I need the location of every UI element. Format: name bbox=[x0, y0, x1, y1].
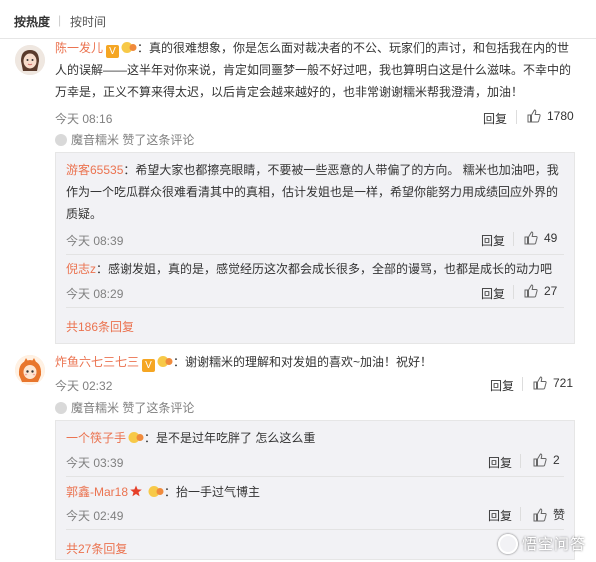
more-replies-link[interactable]: 共27条回复 bbox=[66, 540, 127, 557]
fan-badge-icon bbox=[121, 42, 137, 53]
more-replies-link[interactable]: 共186条回复 bbox=[66, 318, 134, 335]
reply-text-line: 质疑。 bbox=[66, 207, 103, 221]
reply-text-line: 作为一个吃瓜群众很难看清其中的真相，估计发姐也是一样，希望你能努力用成绩回应外界… bbox=[66, 185, 559, 199]
like-button[interactable]: 27 bbox=[524, 284, 557, 298]
comment-text: 陈一发儿 V ：真的很难想象，你是怎么面对裁决者的不公、玩家们的声讨，和包括我在内的… bbox=[55, 37, 585, 103]
reply-separator bbox=[66, 254, 564, 255]
reply-time: 今天 02:49 bbox=[66, 509, 124, 523]
reply-author[interactable]: 郭鑫-Mar18 bbox=[66, 485, 128, 499]
comment-time: 今天 02:32 bbox=[55, 379, 113, 393]
sort-bar: 按热度 | 按时间 bbox=[0, 0, 596, 39]
reply-time: 今天 08:39 bbox=[66, 234, 124, 248]
comment-text-line: 万幸是，正义不算来得太迟，以后肯定会越来越好的，也非常谢谢糯米帮我澄清，加油！ bbox=[55, 85, 524, 99]
small-avatar-icon bbox=[55, 402, 67, 414]
like-button[interactable]: 721 bbox=[533, 376, 573, 390]
like-count: 1780 bbox=[547, 109, 574, 123]
reply-button[interactable]: 回复 bbox=[488, 507, 512, 524]
sort-by-time[interactable]: 按时间 bbox=[70, 13, 106, 30]
like-count: 49 bbox=[544, 231, 558, 245]
comment-text: 炸鱼六七三七三 V ：谢谢糯米的理解和对发姐的喜欢~加油！祝好！ bbox=[55, 351, 585, 373]
divider bbox=[522, 377, 523, 391]
reply-button[interactable]: 回复 bbox=[481, 285, 505, 302]
avatar[interactable] bbox=[15, 355, 45, 385]
comment-text-line: ：谢谢糯米的理解和对发姐的喜欢~加油！祝好！ bbox=[173, 355, 433, 369]
like-count: 2 bbox=[553, 453, 560, 467]
reply-text: 郭鑫-Mar18 ：抬一手过气博主 bbox=[66, 481, 566, 503]
fan-badge-icon bbox=[148, 486, 164, 497]
sort-by-hot[interactable]: 按热度 bbox=[14, 13, 50, 30]
reply-button[interactable]: 回复 bbox=[483, 110, 507, 127]
watermark-logo-icon bbox=[497, 533, 518, 554]
verified-icon: V bbox=[142, 359, 156, 372]
like-count: 赞 bbox=[553, 508, 566, 522]
thumb-up-icon bbox=[524, 284, 538, 298]
divider bbox=[513, 285, 514, 299]
reply-button[interactable]: 回复 bbox=[481, 232, 505, 249]
author-liked-note: 魔音糯米 赞了这条评论 bbox=[55, 399, 194, 416]
comment-author[interactable]: 炸鱼六七三七三 bbox=[55, 355, 139, 369]
reply-author[interactable]: 倪志z bbox=[66, 262, 96, 276]
reply-text-line: ：是不是过年吃胖了 怎么这么重 bbox=[144, 431, 316, 445]
like-button[interactable]: 赞 bbox=[533, 506, 565, 523]
fan-badge-icon bbox=[128, 432, 144, 443]
thumb-up-icon bbox=[524, 231, 538, 245]
reply-button[interactable]: 回复 bbox=[488, 454, 512, 471]
sort-separator: | bbox=[58, 13, 62, 27]
comment-time: 今天 08:16 bbox=[55, 112, 113, 126]
reply-text: 倪志z：感谢发姐，真的是，感觉经历这次都会成长很多，全部的谩骂，也都是成长的动力… bbox=[66, 258, 566, 280]
reply-separator bbox=[66, 307, 564, 308]
comment-text-line: 人的误解——这半年对你来说，肯定如同噩梦一般不好过吧，我也算明白这是什么滋味。不… bbox=[55, 63, 572, 77]
reply-text-line: ：感谢发姐，真的是，感觉经历这次都会成长很多，全部的谩骂，也都是成长的动力吧 bbox=[96, 262, 553, 276]
fan-badge-icon bbox=[157, 356, 173, 367]
reply-time: 今天 03:39 bbox=[66, 456, 124, 470]
like-button[interactable]: 2 bbox=[533, 453, 560, 467]
thumb-up-icon bbox=[533, 376, 547, 390]
comment-text-line: ：真的很难想象，你是怎么面对裁决者的不公、玩家们的声讨，和包括我在内的世 bbox=[137, 41, 570, 55]
author-liked-note: 魔音糯米 赞了这条评论 bbox=[55, 131, 194, 148]
like-button[interactable]: 49 bbox=[524, 231, 557, 245]
comment-author[interactable]: 陈一发儿 bbox=[55, 41, 103, 55]
divider bbox=[516, 110, 517, 124]
thumb-up-icon bbox=[533, 453, 547, 467]
avatar[interactable] bbox=[15, 45, 45, 75]
like-button[interactable]: 1780 bbox=[527, 109, 574, 123]
like-count: 27 bbox=[544, 284, 558, 298]
divider bbox=[520, 454, 521, 468]
reply-text: 游客65535：希望大家也都擦亮眼睛，不要被一些恶意的人带偏了的方向。 糯米也加… bbox=[66, 159, 566, 225]
like-count: 721 bbox=[553, 376, 574, 390]
divider bbox=[513, 232, 514, 246]
star-badge-icon bbox=[130, 485, 142, 497]
verified-icon: V bbox=[106, 45, 120, 58]
reply-button[interactable]: 回复 bbox=[490, 377, 514, 394]
reply-time: 今天 08:29 bbox=[66, 287, 124, 301]
reply-author[interactable]: 游客65535 bbox=[66, 163, 123, 177]
reply-text: 一个筷子手 ：是不是过年吃胖了 怎么这么重 bbox=[66, 427, 566, 449]
reply-author[interactable]: 一个筷子手 bbox=[66, 431, 126, 445]
reply-text-line: ：抬一手过气博主 bbox=[164, 485, 261, 499]
reply-separator bbox=[66, 529, 564, 530]
thumb-up-icon bbox=[533, 508, 547, 522]
thumb-up-icon bbox=[527, 109, 541, 123]
watermark: 悟空问答 bbox=[497, 533, 586, 554]
small-avatar-icon bbox=[55, 134, 67, 146]
reply-text-line: ：希望大家也都擦亮眼睛，不要被一些恶意的人带偏了的方向。 糯米也加油吧，我 bbox=[123, 163, 559, 177]
reply-separator bbox=[66, 476, 564, 477]
divider bbox=[520, 507, 521, 521]
